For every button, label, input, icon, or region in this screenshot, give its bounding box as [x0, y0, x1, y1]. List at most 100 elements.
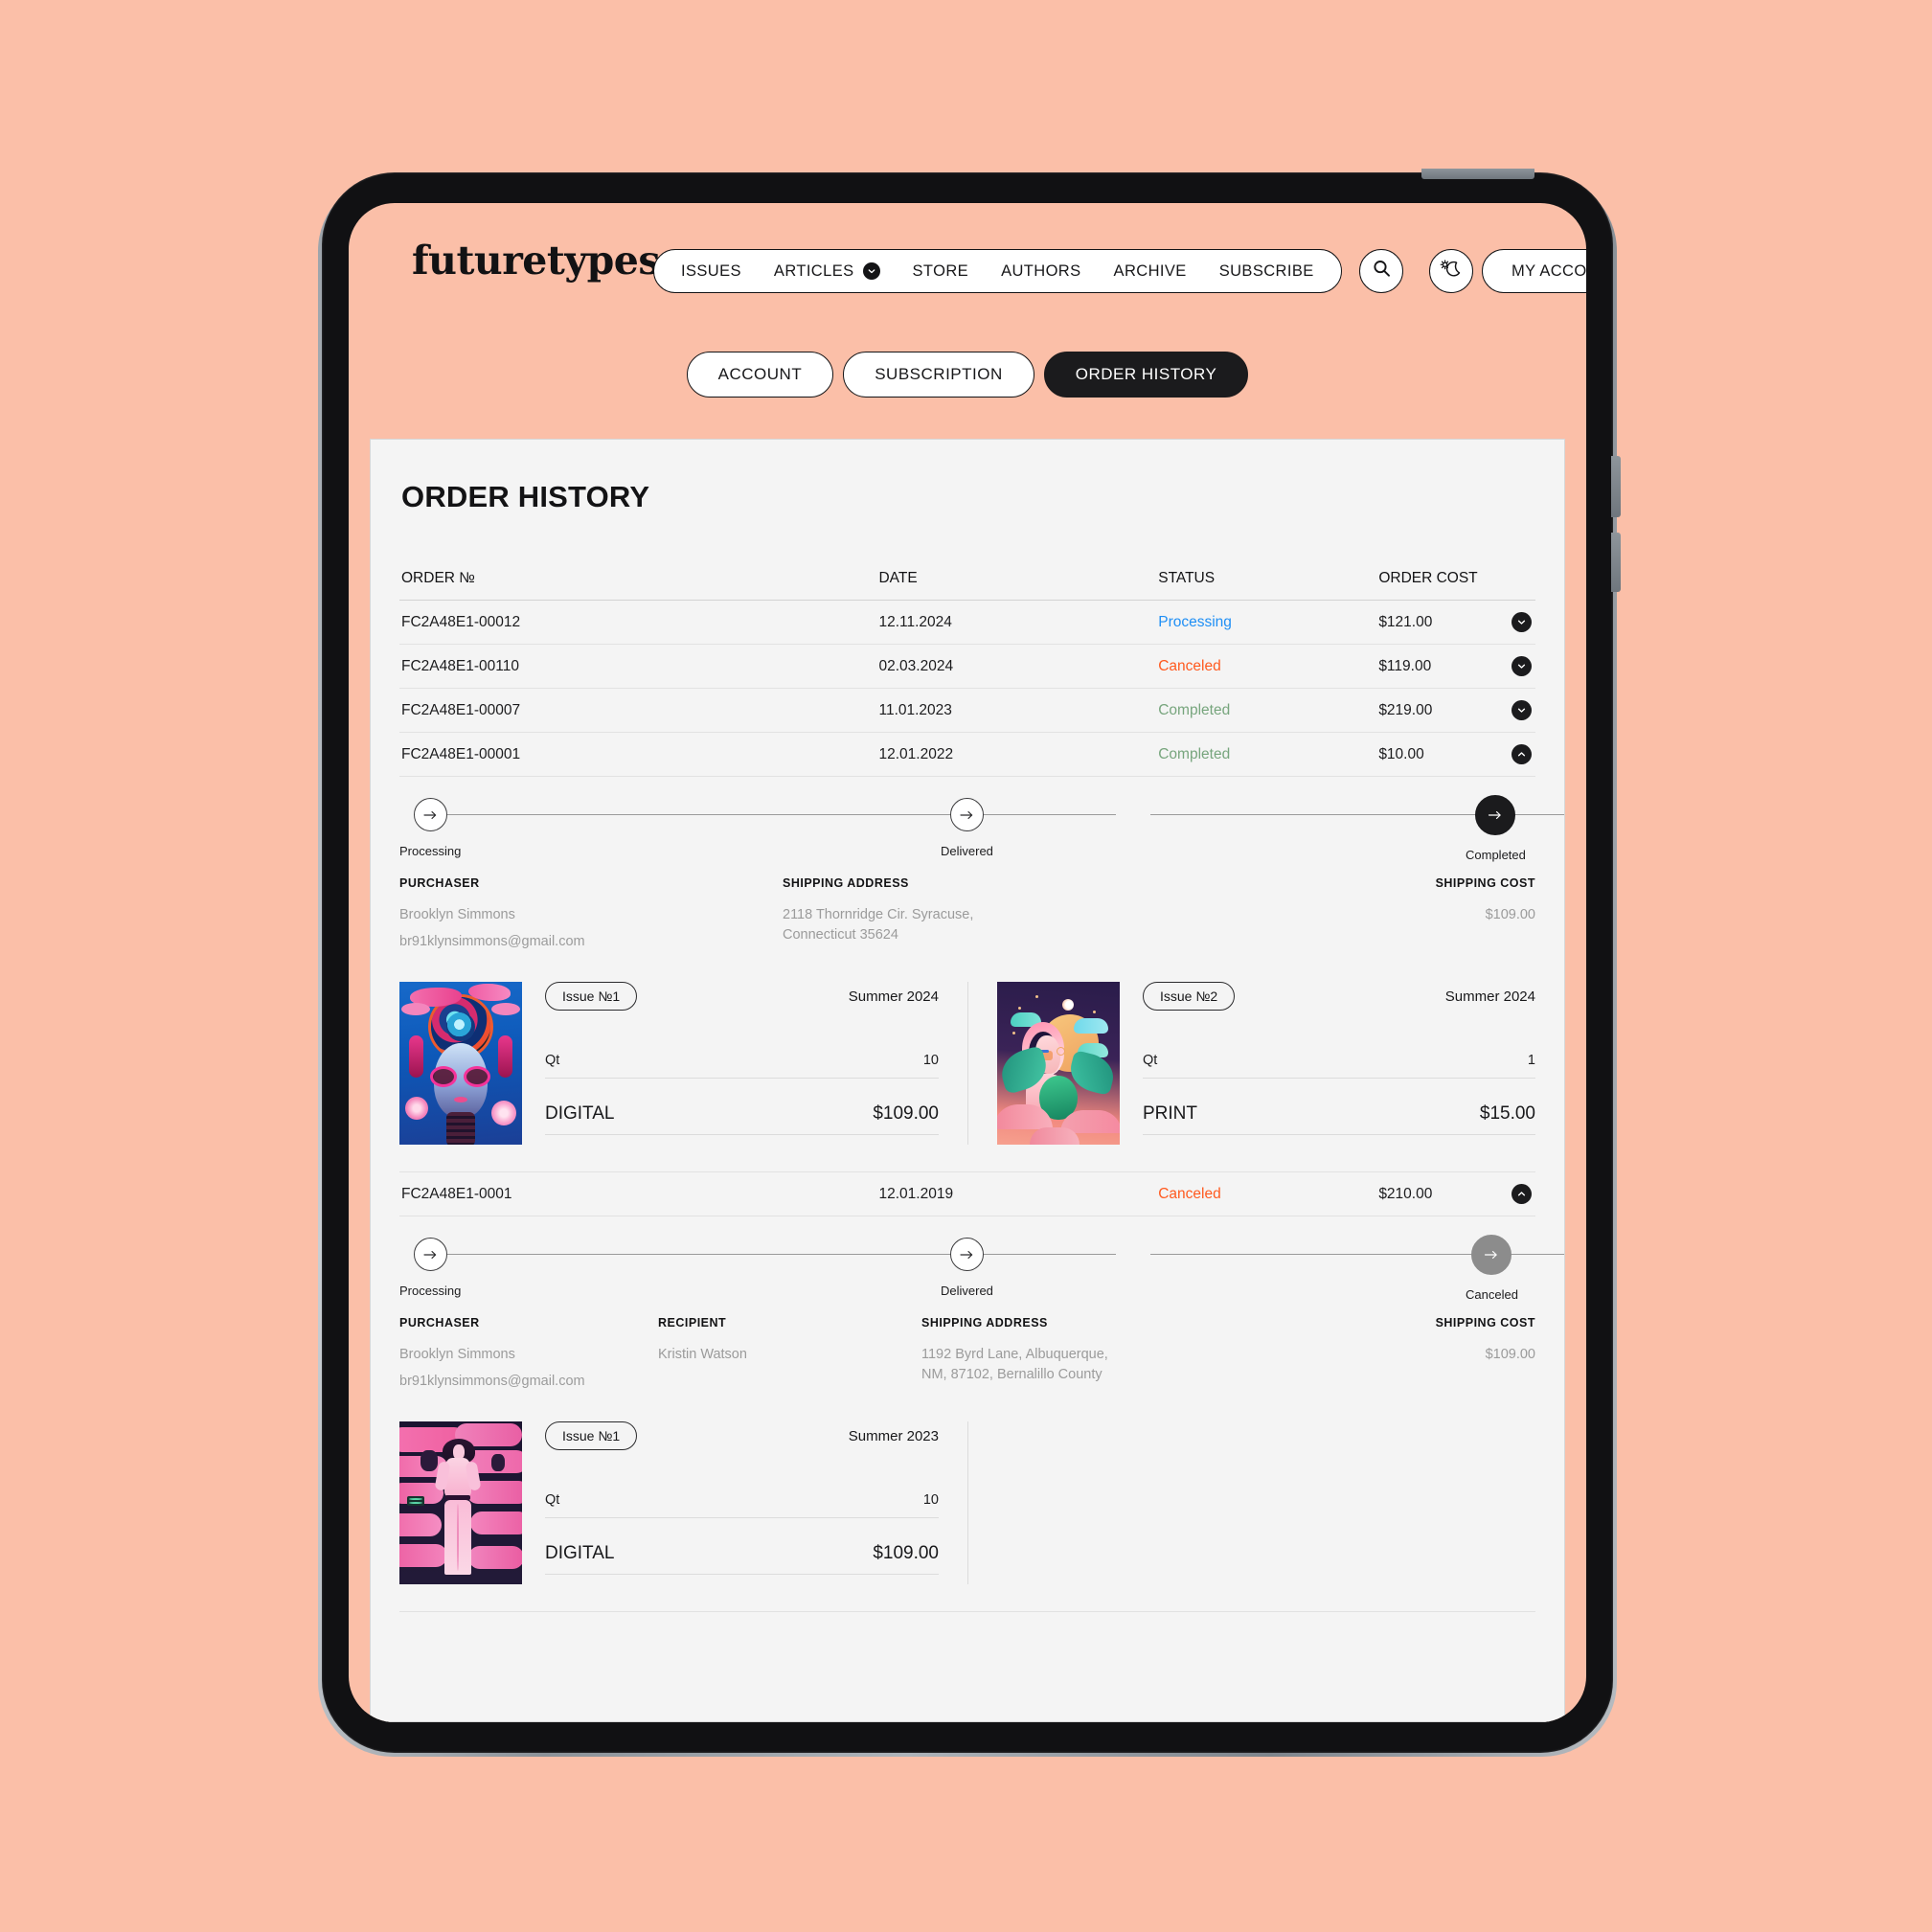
- stepper-step-label: Delivered: [941, 844, 993, 858]
- order-meta: PURCHASER Brooklyn Simmons br91klynsimmo…: [399, 876, 1535, 965]
- meta-label: RECIPIENT: [658, 1316, 727, 1330]
- section-divider: [399, 1611, 1535, 1612]
- order-item: Issue №1 Summer 2023 Qt 10 DIGITAL $109.…: [399, 1421, 967, 1584]
- arrow-right-icon: [949, 1238, 984, 1271]
- order-date: 12.11.2024: [878, 613, 952, 630]
- stepper-step-label: Processing: [399, 844, 462, 858]
- issue-season: Summer 2024: [848, 988, 939, 1005]
- tab-label: ORDER HISTORY: [1075, 365, 1217, 383]
- table-row[interactable]: FC2A48E1-00110 02.03.2024 Canceled $119.…: [399, 645, 1535, 689]
- arrow-right-icon: [1475, 795, 1516, 835]
- order-number: FC2A48E1-0001: [401, 1185, 512, 1202]
- issue-number-chip: Issue №1: [545, 982, 638, 1011]
- quantity-value: 1: [1527, 1053, 1535, 1068]
- table-row[interactable]: FC2A48E1-00007 11.01.2023 Completed $219…: [399, 689, 1535, 733]
- meta-value: $109.00: [1485, 907, 1535, 922]
- brand-logo[interactable]: futuretypes: [412, 238, 660, 284]
- stepper-step-delivered: Delivered: [941, 798, 993, 858]
- order-history-card: ORDER HISTORY ORDER № DATE STATUS ORDER …: [370, 439, 1565, 1722]
- table-header-row: ORDER № DATE STATUS ORDER COST: [399, 557, 1535, 601]
- theme-toggle-button[interactable]: [1429, 249, 1473, 293]
- page-title: ORDER HISTORY: [401, 480, 650, 513]
- device-volume-down-button[interactable]: [1611, 533, 1621, 592]
- order-progress-stepper: Processing Delivered: [399, 795, 1564, 869]
- device-volume-up-button[interactable]: [1611, 456, 1621, 517]
- nav-item-archive[interactable]: ARCHIVE: [1114, 262, 1187, 281]
- nav-links-pill: ISSUES ARTICLES STORE AUTHORS ARCHIVE SU…: [653, 249, 1342, 293]
- stepper-step-processing: Processing: [399, 1238, 461, 1298]
- device-power-button[interactable]: [1421, 169, 1534, 179]
- status-badge: Canceled: [1158, 1185, 1221, 1202]
- column-header-order: ORDER №: [401, 569, 475, 586]
- stepper-step-label: Completed: [1466, 848, 1526, 862]
- expand-order-button[interactable]: [1511, 612, 1532, 632]
- tab-order-history[interactable]: ORDER HISTORY: [1043, 352, 1249, 398]
- my-account-button[interactable]: MY ACCOUNT: [1482, 249, 1586, 293]
- item-format: DIGITAL: [545, 1103, 615, 1124]
- meta-shipping-cost: SHIPPING COST $109.00: [1436, 1316, 1535, 1398]
- order-date: 12.01.2019: [878, 1185, 954, 1202]
- status-badge: Processing: [1158, 613, 1232, 630]
- issue-cover-image: [997, 982, 1120, 1145]
- order-number: FC2A48E1-00007: [401, 701, 521, 718]
- issue-cover-image: [399, 982, 522, 1145]
- meta-value: 2118 Thornridge Cir. Syracuse,: [783, 907, 974, 922]
- search-button[interactable]: [1359, 249, 1403, 293]
- nav-item-articles[interactable]: ARTICLES: [774, 262, 880, 281]
- nav-item-subscribe[interactable]: SUBSCRIBE: [1219, 262, 1314, 281]
- stepper-step-processing: Processing: [399, 798, 461, 858]
- issue-number-chip: Issue №1: [545, 1421, 638, 1450]
- meta-value: Connecticut 35624: [783, 927, 898, 943]
- stepper-step-label: Delivered: [941, 1284, 993, 1298]
- tab-subscription[interactable]: SUBSCRIPTION: [843, 352, 1034, 398]
- status-badge: Canceled: [1158, 657, 1221, 674]
- stepper-step-label: Processing: [399, 1284, 462, 1298]
- quantity-label: Qt: [545, 1492, 560, 1508]
- column-header-status: STATUS: [1158, 569, 1216, 586]
- nav-item-issues[interactable]: ISSUES: [681, 262, 741, 281]
- account-tabs: ACCOUNT SUBSCRIPTION ORDER HISTORY: [349, 352, 1586, 398]
- issue-season: Summer 2023: [848, 1427, 939, 1444]
- tab-label: ACCOUNT: [717, 365, 803, 383]
- meta-value: NM, 87102, Bernalillo County: [921, 1367, 1102, 1382]
- stepper-step-completed: Completed: [1466, 795, 1526, 862]
- table-row[interactable]: FC2A48E1-00012 12.11.2024 Processing $12…: [399, 601, 1535, 645]
- stepper-step-canceled: Canceled: [1466, 1235, 1518, 1302]
- quantity-label: Qt: [1143, 1053, 1158, 1068]
- meta-value: br91klynsimmons@gmail.com: [399, 1374, 585, 1389]
- tablet-screen: futuretypes ISSUES ARTICLES STORE AUTHOR…: [349, 203, 1586, 1722]
- collapse-order-button[interactable]: [1511, 744, 1532, 764]
- expand-order-button[interactable]: [1511, 700, 1532, 720]
- item-price: $15.00: [1479, 1103, 1535, 1124]
- order-number: FC2A48E1-00110: [401, 657, 519, 674]
- nav-item-store[interactable]: STORE: [913, 262, 969, 281]
- meta-label: SHIPPING ADDRESS: [783, 876, 909, 890]
- nav-item-label: ARTICLES: [773, 261, 854, 280]
- order-cost: $210.00: [1378, 1185, 1433, 1202]
- my-account-label: MY ACCOUNT: [1512, 261, 1586, 280]
- stepper-connector: [445, 1254, 1116, 1255]
- sun-moon-icon: [1439, 257, 1464, 286]
- table-row[interactable]: FC2A48E1-0001 12.01.2019 Canceled $210.0…: [399, 1172, 1535, 1216]
- meta-shipping-address: SHIPPING ADDRESS 1192 Byrd Lane, Albuque…: [921, 1316, 1285, 1398]
- arrow-right-icon: [1471, 1235, 1512, 1275]
- meta-label: PURCHASER: [399, 1316, 480, 1330]
- order-detail-panel: Processing Delivered: [399, 795, 1564, 1171]
- quantity-value: 10: [922, 1053, 939, 1068]
- issue-season: Summer 2024: [1444, 988, 1535, 1005]
- tab-label: SUBSCRIPTION: [875, 365, 1003, 383]
- stepper-step-label: Canceled: [1466, 1287, 1518, 1302]
- collapse-order-button[interactable]: [1511, 1184, 1532, 1204]
- order-date: 11.01.2023: [878, 701, 952, 718]
- meta-value: 1192 Byrd Lane, Albuquerque,: [921, 1347, 1108, 1362]
- expand-order-button[interactable]: [1511, 656, 1532, 676]
- order-items: Issue №1 Summer 2024 Qt 10 DIGITAL $109.…: [399, 982, 1535, 1166]
- status-badge: Completed: [1158, 701, 1231, 718]
- table-row[interactable]: FC2A48E1-00001 12.01.2022 Completed $10.…: [399, 733, 1535, 777]
- nav-item-authors[interactable]: AUTHORS: [1001, 262, 1080, 281]
- tab-account[interactable]: ACCOUNT: [686, 352, 834, 398]
- meta-label: SHIPPING COST: [1435, 876, 1535, 890]
- order-meta: PURCHASER Brooklyn Simmons br91klynsimmo…: [399, 1316, 1535, 1404]
- arrow-right-icon: [949, 798, 984, 831]
- chevron-down-icon: [862, 262, 880, 280]
